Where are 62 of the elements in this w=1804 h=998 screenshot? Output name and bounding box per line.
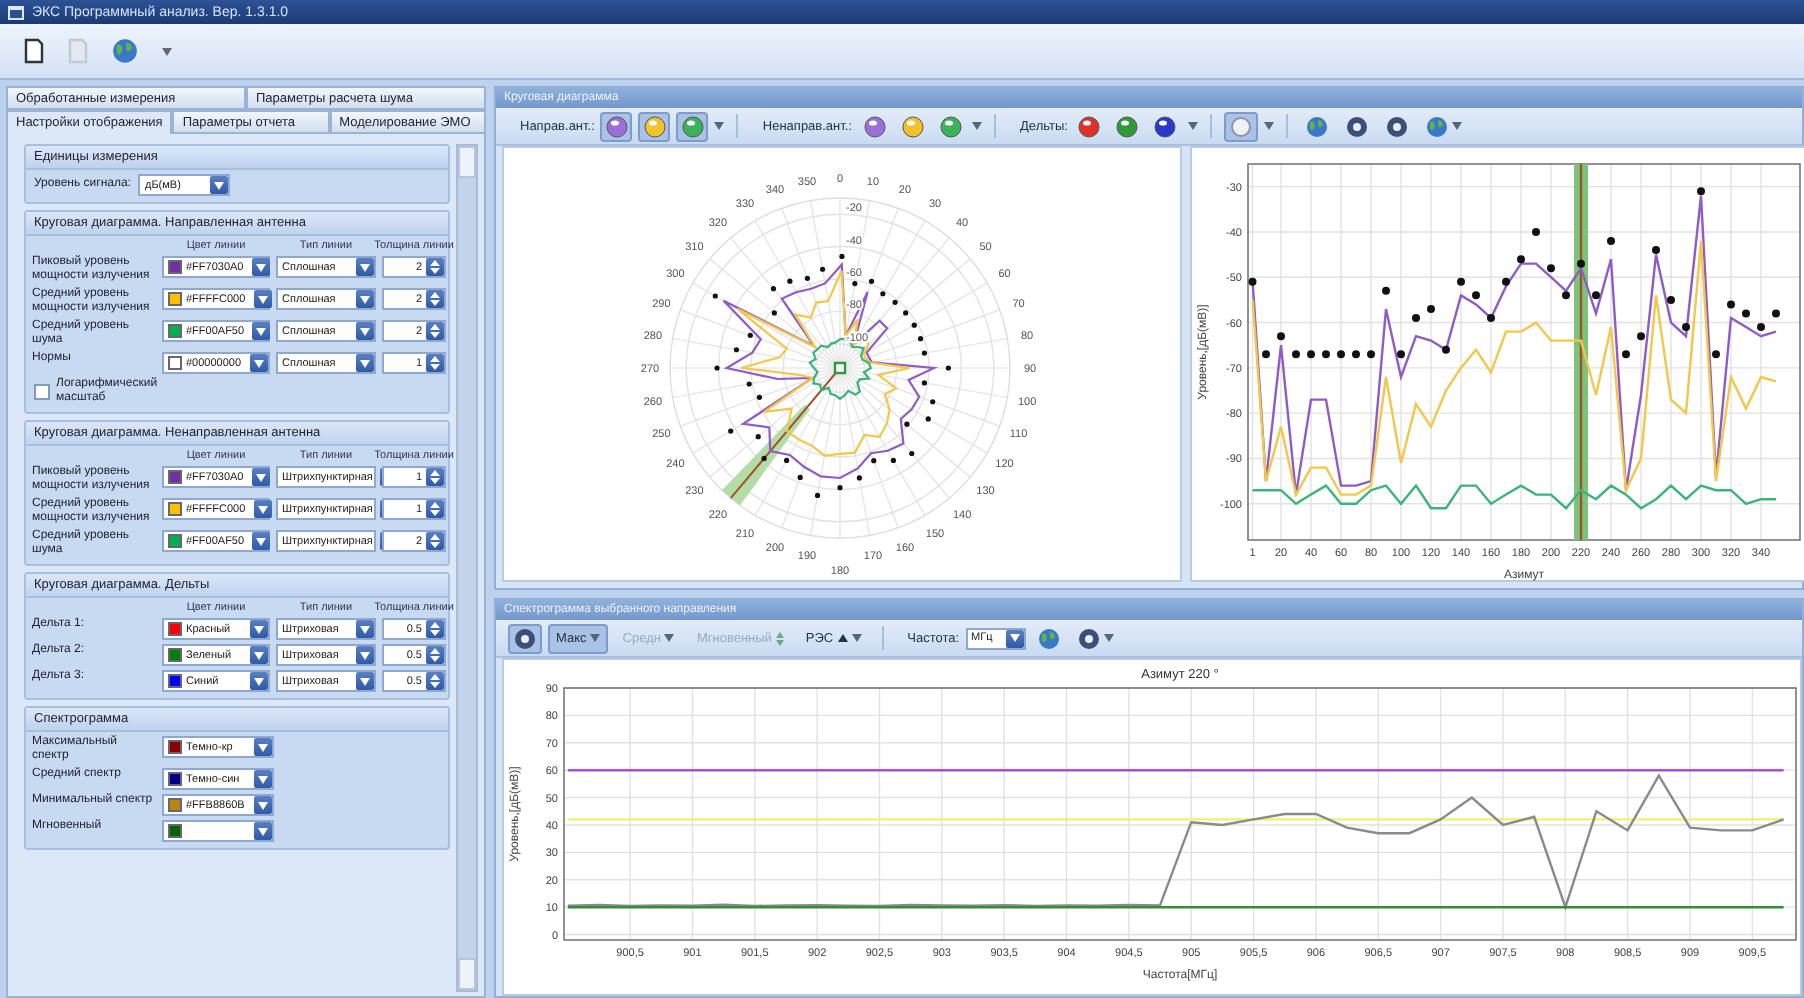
caret-icon xyxy=(162,47,172,55)
caret-icon xyxy=(255,263,266,271)
globe-icon xyxy=(1305,115,1328,137)
caret-icon xyxy=(1187,122,1198,130)
spin-icon xyxy=(430,356,440,370)
caret-icon xyxy=(714,122,725,130)
caret-icon xyxy=(851,634,862,642)
caret-icon xyxy=(360,263,370,271)
caret-icon xyxy=(254,651,264,659)
globe-icon xyxy=(112,38,138,64)
globe-icon xyxy=(1037,627,1060,649)
globe-icon xyxy=(1425,115,1448,137)
caret-icon xyxy=(257,505,268,513)
globe-button[interactable] xyxy=(112,38,138,64)
caret-icon xyxy=(214,181,225,189)
caret-icon xyxy=(257,295,268,303)
spin-icon xyxy=(430,648,440,662)
caret-icon xyxy=(972,122,983,130)
app-icon xyxy=(8,5,24,19)
spin-icon xyxy=(430,534,440,548)
spin-icon xyxy=(430,502,440,516)
tool-button[interactable] xyxy=(508,623,542,653)
caret-icon xyxy=(258,801,268,809)
caret-icon xyxy=(254,625,264,633)
caret-icon xyxy=(360,651,370,659)
caret-icon xyxy=(254,359,264,367)
caret-icon xyxy=(256,537,267,545)
caret-icon xyxy=(590,634,601,642)
caret-icon xyxy=(1263,122,1274,130)
spin-icon xyxy=(430,674,440,688)
spin-icon xyxy=(430,292,440,306)
spin-icon xyxy=(430,622,440,636)
up-icon xyxy=(837,634,848,642)
spin-icon xyxy=(775,631,784,645)
spin-icon xyxy=(430,470,440,484)
caret-icon xyxy=(664,634,675,642)
caret-icon xyxy=(258,743,268,751)
caret-icon xyxy=(258,827,268,835)
caret-icon xyxy=(254,677,264,685)
caret-icon xyxy=(1103,634,1114,642)
caret-icon xyxy=(1451,122,1462,130)
caret-icon xyxy=(360,327,370,335)
disc-icon xyxy=(514,627,536,649)
color-dropdown[interactable] xyxy=(162,820,274,842)
center-marker xyxy=(833,361,847,375)
caret-icon xyxy=(258,775,268,783)
scrollbar[interactable] xyxy=(456,144,478,992)
disc-icon xyxy=(1077,627,1100,649)
disc-icon xyxy=(1345,115,1368,137)
caret-icon xyxy=(255,473,266,481)
caret-icon xyxy=(360,625,370,633)
caret-icon xyxy=(1009,634,1020,642)
caret-icon xyxy=(360,359,370,367)
caret-icon xyxy=(256,327,267,335)
checkbox[interactable] xyxy=(34,384,50,400)
caret-icon xyxy=(360,295,370,303)
circle-icon xyxy=(1229,115,1252,137)
document-icon[interactable] xyxy=(24,38,44,64)
disc-icon xyxy=(1385,115,1408,137)
caret-icon xyxy=(360,677,370,685)
spin-icon xyxy=(430,260,440,274)
spin-icon xyxy=(430,324,440,338)
